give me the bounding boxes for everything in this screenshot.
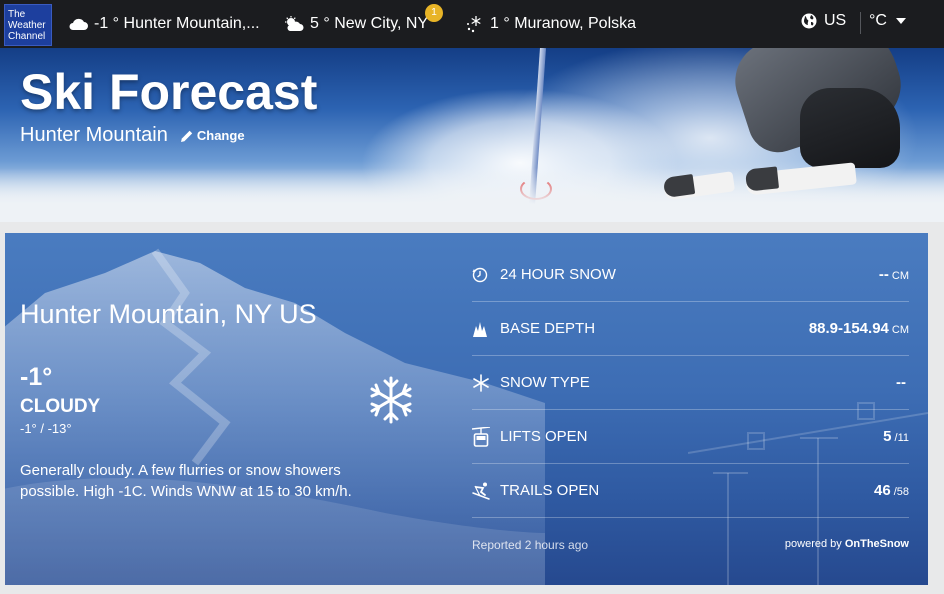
resort-selector: Hunter Mountain Change: [20, 124, 245, 147]
location-text: 5 ° New City, NY: [310, 15, 429, 32]
ski-stats-list: 24 HOUR SNOW -- CM BASE DEPTH 88.9-154.94…: [472, 248, 909, 518]
current-conditions: Hunter Mountain, NY US -1° CLOUDY -1° / …: [5, 233, 465, 585]
gondola-icon: [472, 426, 490, 447]
condition-phrase: CLOUDY: [20, 396, 101, 417]
change-location-button[interactable]: Change: [180, 128, 245, 143]
ski-conditions-card: Hunter Mountain, NY US -1° CLOUDY -1° / …: [5, 233, 928, 585]
resort-name: Hunter Mountain: [20, 124, 168, 146]
skier-boot: [800, 88, 900, 168]
saved-location-new-city[interactable]: 5 ° New City, NY: [284, 13, 428, 35]
high-low-temperature: -1° / -13°: [20, 421, 72, 436]
ski-tip: [662, 174, 696, 198]
stat-row-lifts-open: LIFTS OPEN 5/11: [472, 410, 909, 464]
powered-by-brand: OnTheSnow: [844, 538, 909, 550]
unit-label: °C: [869, 12, 887, 29]
base-depth-icon: [473, 321, 487, 337]
skier-icon: [472, 482, 490, 500]
stat-label: TRAILS OPEN: [500, 482, 600, 499]
stat-value: 46/58: [874, 482, 909, 499]
ski-tip: [744, 166, 780, 192]
stat-value: 5/11: [883, 428, 909, 445]
pencil-icon: [180, 130, 193, 142]
stat-label: 24 HOUR SNOW: [500, 266, 616, 283]
stat-value: -- CM: [878, 266, 909, 283]
powered-by[interactable]: powered by OnTheSnow: [785, 538, 909, 550]
stat-row-trails-open: TRAILS OPEN 46/58: [472, 464, 909, 518]
stat-label: LIFTS OPEN: [500, 428, 588, 445]
saved-location-muranow[interactable]: 1 ° Muranow, Polska: [466, 13, 636, 35]
reported-time: Reported 2 hours ago: [472, 538, 589, 552]
partly-cloudy-icon: [285, 16, 304, 31]
globe-icon: [801, 13, 817, 29]
page-title: Ski Forecast: [20, 64, 318, 120]
weather-channel-logo[interactable]: The Weather Channel: [4, 4, 52, 46]
stat-value: --: [896, 374, 906, 391]
stat-label: SNOW TYPE: [500, 374, 590, 391]
header-divider: [860, 12, 861, 34]
powered-by-prefix: powered by: [784, 538, 842, 550]
unit-selector[interactable]: °C: [869, 12, 906, 30]
region-label: US: [824, 12, 847, 29]
snow-type-icon: [473, 373, 489, 392]
stat-value: 88.9-154.94 CM: [808, 320, 909, 337]
location-text: -1 ° Hunter Mountain,...: [94, 15, 260, 32]
saved-location-hunter-mountain[interactable]: -1 ° Hunter Mountain,...: [68, 13, 260, 35]
snow-icon: [467, 16, 481, 33]
forecast-description: Generally cloudy. A few flurries or snow…: [20, 462, 352, 500]
location-name: Hunter Mountain, NY US: [20, 299, 317, 329]
change-label: Change: [196, 128, 245, 143]
cloud-icon: [69, 18, 88, 30]
stat-row-base-depth: BASE DEPTH 88.9-154.94 CM: [472, 302, 909, 356]
snowflake-icon: [370, 376, 412, 424]
logo-line: The: [8, 9, 26, 20]
location-text: 1 ° Muranow, Polska: [490, 15, 637, 32]
logo-line: Channel: [8, 31, 46, 42]
stat-row-24-hour-snow: 24 HOUR SNOW -- CM: [472, 248, 909, 302]
current-temperature: -1°: [20, 363, 53, 391]
stat-row-snow-type: SNOW TYPE --: [472, 356, 909, 410]
region-selector[interactable]: US: [801, 12, 846, 30]
stat-label: BASE DEPTH: [500, 320, 596, 337]
top-bar: The Weather Channel -1 ° Hunter Mountain…: [0, 0, 944, 48]
chevron-down-icon: [895, 18, 906, 24]
clock-icon: [472, 267, 488, 282]
logo-line: Weather: [8, 20, 46, 31]
alert-badge[interactable]: 1: [425, 4, 443, 22]
